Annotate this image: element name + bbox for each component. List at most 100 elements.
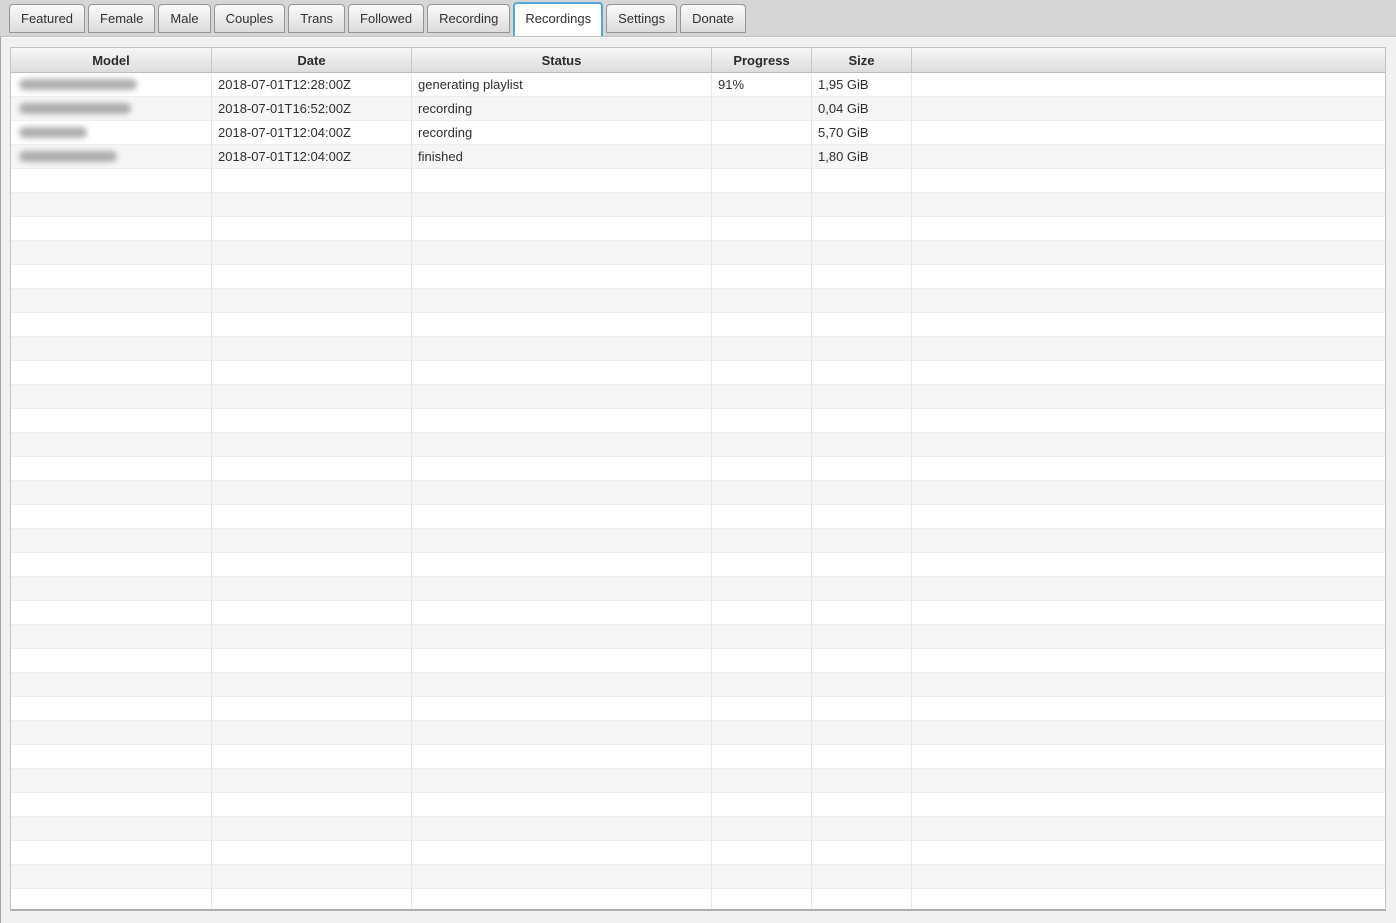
size-cell xyxy=(812,673,912,697)
spacer-cell xyxy=(912,193,1385,217)
date-cell xyxy=(212,385,412,409)
size-cell xyxy=(812,265,912,289)
progress-cell xyxy=(712,649,812,673)
redacted-model-name xyxy=(19,79,137,90)
progress-cell xyxy=(712,337,812,361)
model-cell xyxy=(11,97,212,121)
spacer-cell xyxy=(912,409,1385,433)
status-cell xyxy=(412,601,712,625)
date-cell xyxy=(212,481,412,505)
tab-donate[interactable]: Donate xyxy=(680,4,747,33)
spacer-cell xyxy=(912,793,1385,817)
spacer-cell xyxy=(912,889,1385,909)
column-header-status[interactable]: Status xyxy=(412,48,712,73)
spacer-cell xyxy=(912,625,1385,649)
model-cell xyxy=(11,217,212,241)
date-cell: 2018-07-01T16:52:00Z xyxy=(212,97,412,121)
status-cell xyxy=(412,625,712,649)
empty-row xyxy=(11,673,1385,697)
date-cell: 2018-07-01T12:04:00Z xyxy=(212,145,412,169)
tab-followed[interactable]: Followed xyxy=(348,4,425,33)
size-cell xyxy=(812,769,912,793)
empty-row xyxy=(11,337,1385,361)
status-cell xyxy=(412,313,712,337)
tab-settings[interactable]: Settings xyxy=(606,4,678,33)
tab-male[interactable]: Male xyxy=(158,4,211,33)
spacer-cell xyxy=(912,673,1385,697)
model-cell xyxy=(11,505,212,529)
spacer-cell xyxy=(912,337,1385,361)
model-cell xyxy=(11,145,212,169)
empty-row xyxy=(11,265,1385,289)
progress-cell xyxy=(712,385,812,409)
date-cell xyxy=(212,769,412,793)
date-cell xyxy=(212,241,412,265)
size-cell xyxy=(812,217,912,241)
size-cell: 0,04 GiB xyxy=(812,97,912,121)
model-cell xyxy=(11,625,212,649)
status-cell xyxy=(412,769,712,793)
recording-row[interactable]: 2018-07-01T12:04:00Z recording 5,70 GiB xyxy=(11,121,1385,145)
size-cell xyxy=(812,457,912,481)
empty-row xyxy=(11,169,1385,193)
status-cell: generating playlist xyxy=(412,73,712,97)
tab-recording[interactable]: Recording xyxy=(427,4,511,33)
status-cell: recording xyxy=(412,121,712,145)
model-cell xyxy=(11,193,212,217)
status-cell xyxy=(412,529,712,553)
size-cell xyxy=(812,697,912,721)
column-header-spacer[interactable] xyxy=(912,48,1385,73)
tab-recordings[interactable]: Recordings xyxy=(513,2,604,36)
date-cell xyxy=(212,865,412,889)
size-cell xyxy=(812,433,912,457)
progress-cell xyxy=(712,721,812,745)
date-cell xyxy=(212,169,412,193)
spacer-cell xyxy=(912,865,1385,889)
progress-cell xyxy=(712,697,812,721)
size-cell xyxy=(812,889,912,909)
recording-row[interactable]: 2018-07-01T16:52:00Z recording 0,04 GiB xyxy=(11,97,1385,121)
status-cell xyxy=(412,289,712,313)
spacer-cell xyxy=(912,169,1385,193)
progress-cell xyxy=(712,793,812,817)
size-cell xyxy=(812,865,912,889)
column-header-progress[interactable]: Progress xyxy=(712,48,812,73)
empty-row xyxy=(11,865,1385,889)
column-header-model[interactable]: Model xyxy=(11,48,212,73)
column-header-date[interactable]: Date xyxy=(212,48,412,73)
date-cell xyxy=(212,505,412,529)
spacer-cell xyxy=(912,385,1385,409)
size-cell xyxy=(812,169,912,193)
size-cell: 5,70 GiB xyxy=(812,121,912,145)
progress-cell xyxy=(712,889,812,909)
tab-trans[interactable]: Trans xyxy=(288,4,346,33)
recording-row[interactable]: 2018-07-01T12:04:00Z finished 1,80 GiB xyxy=(11,145,1385,169)
progress-cell xyxy=(712,121,812,145)
date-cell xyxy=(212,193,412,217)
spacer-cell xyxy=(912,505,1385,529)
size-cell xyxy=(812,649,912,673)
date-cell xyxy=(212,409,412,433)
tab-featured[interactable]: Featured xyxy=(9,4,86,33)
model-cell xyxy=(11,265,212,289)
date-cell: 2018-07-01T12:28:00Z xyxy=(212,73,412,97)
model-cell xyxy=(11,841,212,865)
status-cell xyxy=(412,193,712,217)
empty-row xyxy=(11,385,1385,409)
size-cell xyxy=(812,505,912,529)
empty-row xyxy=(11,625,1385,649)
tab-female[interactable]: Female xyxy=(88,4,156,33)
date-cell xyxy=(212,793,412,817)
size-cell xyxy=(812,529,912,553)
recording-row[interactable]: 2018-07-01T12:28:00Z generating playlist 9… xyxy=(11,73,1385,97)
tab-couples[interactable]: Couples xyxy=(213,4,286,33)
empty-row xyxy=(11,361,1385,385)
spacer-cell xyxy=(912,721,1385,745)
column-header-size[interactable]: Size xyxy=(812,48,912,73)
progress-cell xyxy=(712,817,812,841)
empty-row xyxy=(11,721,1385,745)
date-cell xyxy=(212,601,412,625)
recordings-grid: Model Date Status Progress Size 2018-07-01T1… xyxy=(11,48,1385,909)
size-cell xyxy=(812,361,912,385)
status-cell xyxy=(412,457,712,481)
